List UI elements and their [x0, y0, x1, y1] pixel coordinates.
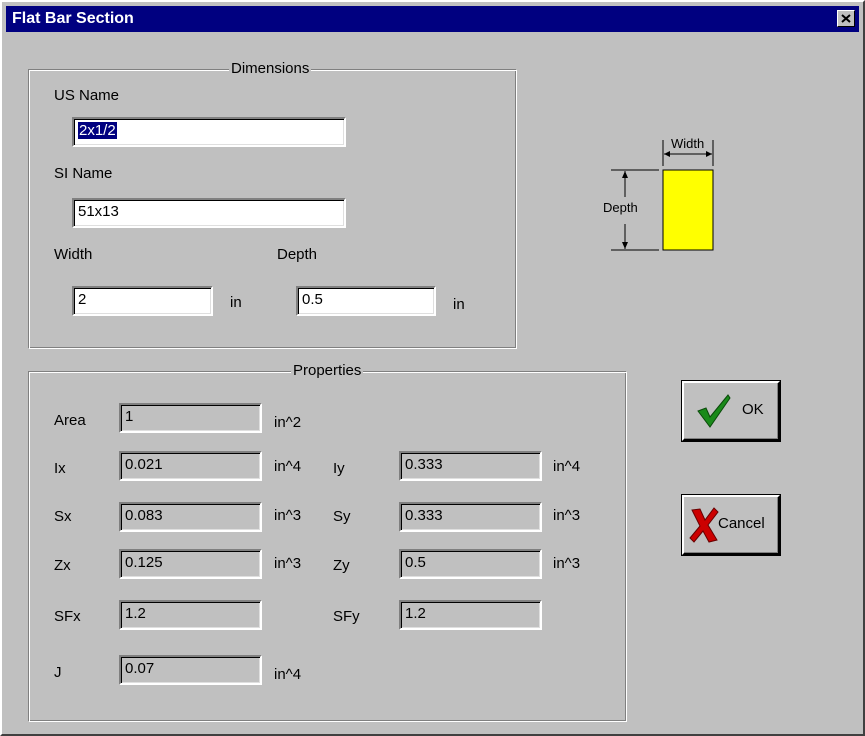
checkmark-icon: [697, 394, 731, 428]
window-title: Flat Bar Section: [12, 10, 134, 27]
zy-value: 0.5: [405, 554, 426, 571]
diagram-lines: [611, 140, 714, 251]
ix-value: 0.021: [125, 456, 163, 473]
area-unit: in^2: [274, 414, 302, 431]
iy-value: 0.333: [405, 456, 443, 473]
sfy-field: 1.2: [399, 600, 542, 630]
us-name-value: 2x1/2: [78, 122, 117, 139]
area-field: 1: [119, 403, 262, 433]
zy-field: 0.5: [399, 549, 542, 579]
us-name-label: US Name: [54, 87, 120, 104]
sfy-label: SFy: [333, 608, 360, 625]
depth-input[interactable]: 0.5: [296, 286, 436, 316]
area-value: 1: [125, 408, 134, 425]
zx-unit: in^3: [274, 555, 302, 572]
us-name-input[interactable]: 2x1/2: [72, 117, 346, 147]
cancel-button-label: Cancel: [718, 515, 765, 532]
j-label: J: [54, 664, 62, 681]
si-name-input[interactable]: 51x13: [72, 198, 346, 228]
sy-value: 0.333: [405, 507, 443, 524]
depth-value: 0.5: [302, 291, 323, 308]
sy-label: Sy: [333, 508, 351, 525]
depth-unit: in: [453, 296, 465, 313]
diagram-depth-label: Depth: [603, 200, 638, 215]
dimensions-legend: Dimensions: [229, 60, 312, 77]
sy-field: 0.333: [399, 502, 542, 532]
ix-field: 0.021: [119, 451, 262, 481]
x-icon: [689, 507, 719, 543]
width-input[interactable]: 2: [72, 286, 213, 316]
ix-label: Ix: [54, 460, 66, 477]
zy-unit: in^3: [553, 555, 581, 572]
j-unit: in^4: [274, 666, 302, 683]
sfx-value: 1.2: [125, 605, 146, 622]
ix-unit: in^4: [274, 458, 302, 475]
iy-label: Iy: [333, 460, 345, 477]
depth-label: Depth: [277, 246, 318, 263]
iy-field: 0.333: [399, 451, 542, 481]
properties-legend: Properties: [291, 362, 364, 379]
diagram-width-label: Width: [671, 136, 705, 151]
width-value: 2: [78, 291, 87, 308]
close-button[interactable]: [837, 10, 855, 27]
section-diagram: Width Depth: [597, 132, 727, 257]
sx-value: 0.083: [125, 507, 163, 524]
flat-bar-section-dialog: Flat Bar Section Dimensions US Name 2x1/…: [0, 0, 865, 736]
properties-group: Properties: [28, 362, 627, 722]
sx-label: Sx: [54, 508, 72, 525]
j-value: 0.07: [125, 660, 155, 677]
ok-button-label: OK: [742, 401, 764, 418]
sx-field: 0.083: [119, 502, 262, 532]
sx-unit: in^3: [274, 507, 302, 524]
zy-label: Zy: [333, 557, 350, 574]
area-label: Area: [54, 412, 86, 429]
iy-unit: in^4: [553, 458, 581, 475]
zx-field: 0.125: [119, 549, 262, 579]
ok-button[interactable]: OK: [682, 381, 780, 441]
sy-unit: in^3: [553, 507, 581, 524]
zx-label: Zx: [54, 557, 71, 574]
si-name-value: 51x13: [78, 203, 119, 220]
width-label: Width: [54, 246, 93, 263]
sfx-field: 1.2: [119, 600, 262, 630]
width-unit: in: [230, 294, 242, 311]
sfy-value: 1.2: [405, 605, 426, 622]
j-field: 0.07: [119, 655, 262, 685]
close-icon: [841, 14, 851, 23]
sfx-label: SFx: [54, 608, 81, 625]
title-bar: Flat Bar Section: [6, 6, 859, 32]
cancel-button[interactable]: Cancel: [682, 495, 780, 555]
zx-value: 0.125: [125, 554, 163, 571]
si-name-label: SI Name: [54, 165, 113, 182]
